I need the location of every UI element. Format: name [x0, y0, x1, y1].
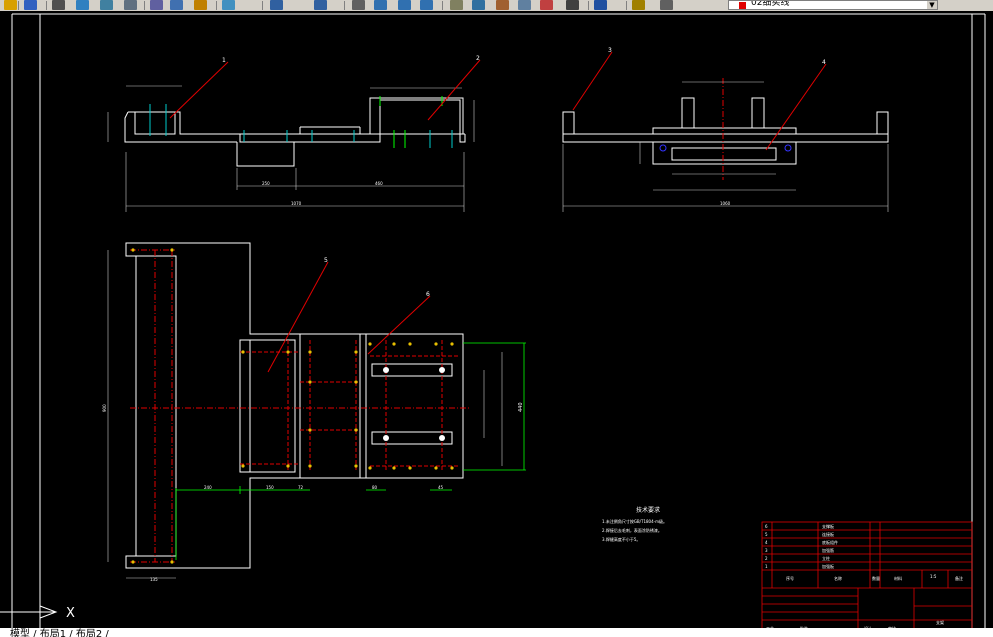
tech-line-1: 1.未注倒角尺寸按GB/T1804-m级。 [602, 518, 667, 524]
tb-scale: 1:5 [930, 574, 937, 579]
tb-row-label-3: 底板组件 [822, 539, 838, 545]
tb-drawing-name: 支架 [936, 619, 944, 625]
pan-icon[interactable] [352, 0, 365, 10]
tech-title: 技术要求 [636, 506, 660, 514]
dim-front-a: 250 [262, 181, 270, 186]
dim-side-total: 1060 [720, 201, 731, 206]
cut-icon[interactable] [150, 0, 163, 10]
layer-manager-icon[interactable] [632, 0, 645, 10]
dim-plan-f: 45 [438, 485, 444, 490]
paste-icon[interactable] [194, 0, 207, 10]
toolbar-separator [144, 1, 145, 10]
calculator-icon[interactable] [566, 0, 579, 10]
dim-plan-e: 80 [372, 485, 378, 490]
toolpalette-icon[interactable] [496, 0, 509, 10]
balloon-2: 2 [476, 55, 480, 62]
tech-line-2: 2.焊接后去毛刺，表面涂防锈漆。 [602, 527, 662, 533]
toolbar-separator [18, 1, 19, 10]
toolbar-separator [626, 1, 627, 10]
designcenter-icon[interactable] [472, 0, 485, 10]
balloon-6: 6 [426, 291, 430, 298]
zoom-realtime-icon[interactable] [374, 0, 387, 10]
dim-plan-height: 440 [518, 402, 524, 412]
toolbar-separator [344, 1, 345, 10]
print-icon[interactable] [52, 0, 65, 10]
dim-plan-left: 240 [204, 485, 212, 490]
chevron-down-icon[interactable]: ▼ [927, 1, 937, 9]
undo-icon[interactable] [270, 0, 283, 10]
layer-dropdown[interactable]: 02细实线 ▼ [728, 0, 938, 10]
balloon-4: 4 [822, 59, 826, 66]
help-icon[interactable] [594, 0, 607, 10]
plot-icon[interactable] [124, 0, 137, 10]
drawing-canvas[interactable]: 1070 250 460 1 2 1060 3 4 240 150 72 80 … [0, 11, 993, 628]
balloon-5: 5 [324, 257, 328, 264]
layer-name: 02细实线 [751, 0, 790, 8]
dim-front-b: 460 [375, 181, 383, 186]
tb-row-label-6: 加强板 [822, 563, 834, 569]
redo-icon[interactable] [314, 0, 327, 10]
tb-head-seq: 序号 [786, 575, 794, 581]
tb-row-label-5: 立柱 [822, 555, 830, 561]
toolbar-separator [216, 1, 217, 10]
dim-plan-bottom: 135 [150, 577, 158, 582]
tech-line-3: 3.焊缝高度不小于5。 [602, 536, 640, 542]
toolbar-separator [588, 1, 589, 10]
layer-color-swatch [739, 2, 746, 9]
tb-head-name: 名称 [834, 575, 842, 581]
match-icon[interactable] [222, 0, 235, 10]
balloon-3: 3 [608, 47, 612, 54]
toolbar-separator [442, 1, 443, 10]
balloon-1: 1 [222, 57, 226, 64]
open-icon[interactable] [4, 0, 17, 10]
dim-plan-total: 900 [102, 404, 107, 412]
tb-head-mat: 材料 [894, 575, 902, 581]
toolbar-separator [46, 1, 47, 10]
publish-icon[interactable] [100, 0, 113, 10]
toolbar-separator [262, 1, 263, 10]
layout-tabs-bar[interactable]: 模型 / 布局1 / 布局2 / [0, 628, 993, 637]
dim-front-total: 1070 [291, 201, 302, 206]
layer-state-icon[interactable] [660, 0, 673, 10]
tb-head-note: 备注 [955, 575, 963, 581]
dim-plan-c: 150 [266, 485, 274, 490]
sheetset-icon[interactable] [518, 0, 531, 10]
tb-row-label-2: 连接板 [822, 531, 834, 537]
tb-head-qty: 数量 [872, 575, 880, 581]
tb-row-label-4: 加强筋 [822, 547, 834, 553]
ucs-x-label: X [66, 606, 75, 621]
zoom-window-icon[interactable] [398, 0, 411, 10]
zoom-previous-icon[interactable] [420, 0, 433, 10]
layout-tabs-text[interactable]: 模型 / 布局1 / 布局2 / [10, 628, 109, 637]
properties-icon[interactable] [450, 0, 463, 10]
markup-icon[interactable] [540, 0, 553, 10]
save-icon[interactable] [24, 0, 37, 10]
preview-icon[interactable] [76, 0, 89, 10]
copy-icon[interactable] [170, 0, 183, 10]
dim-plan-d: 72 [298, 485, 304, 490]
tb-row-label-1: 支撑板 [822, 523, 834, 529]
